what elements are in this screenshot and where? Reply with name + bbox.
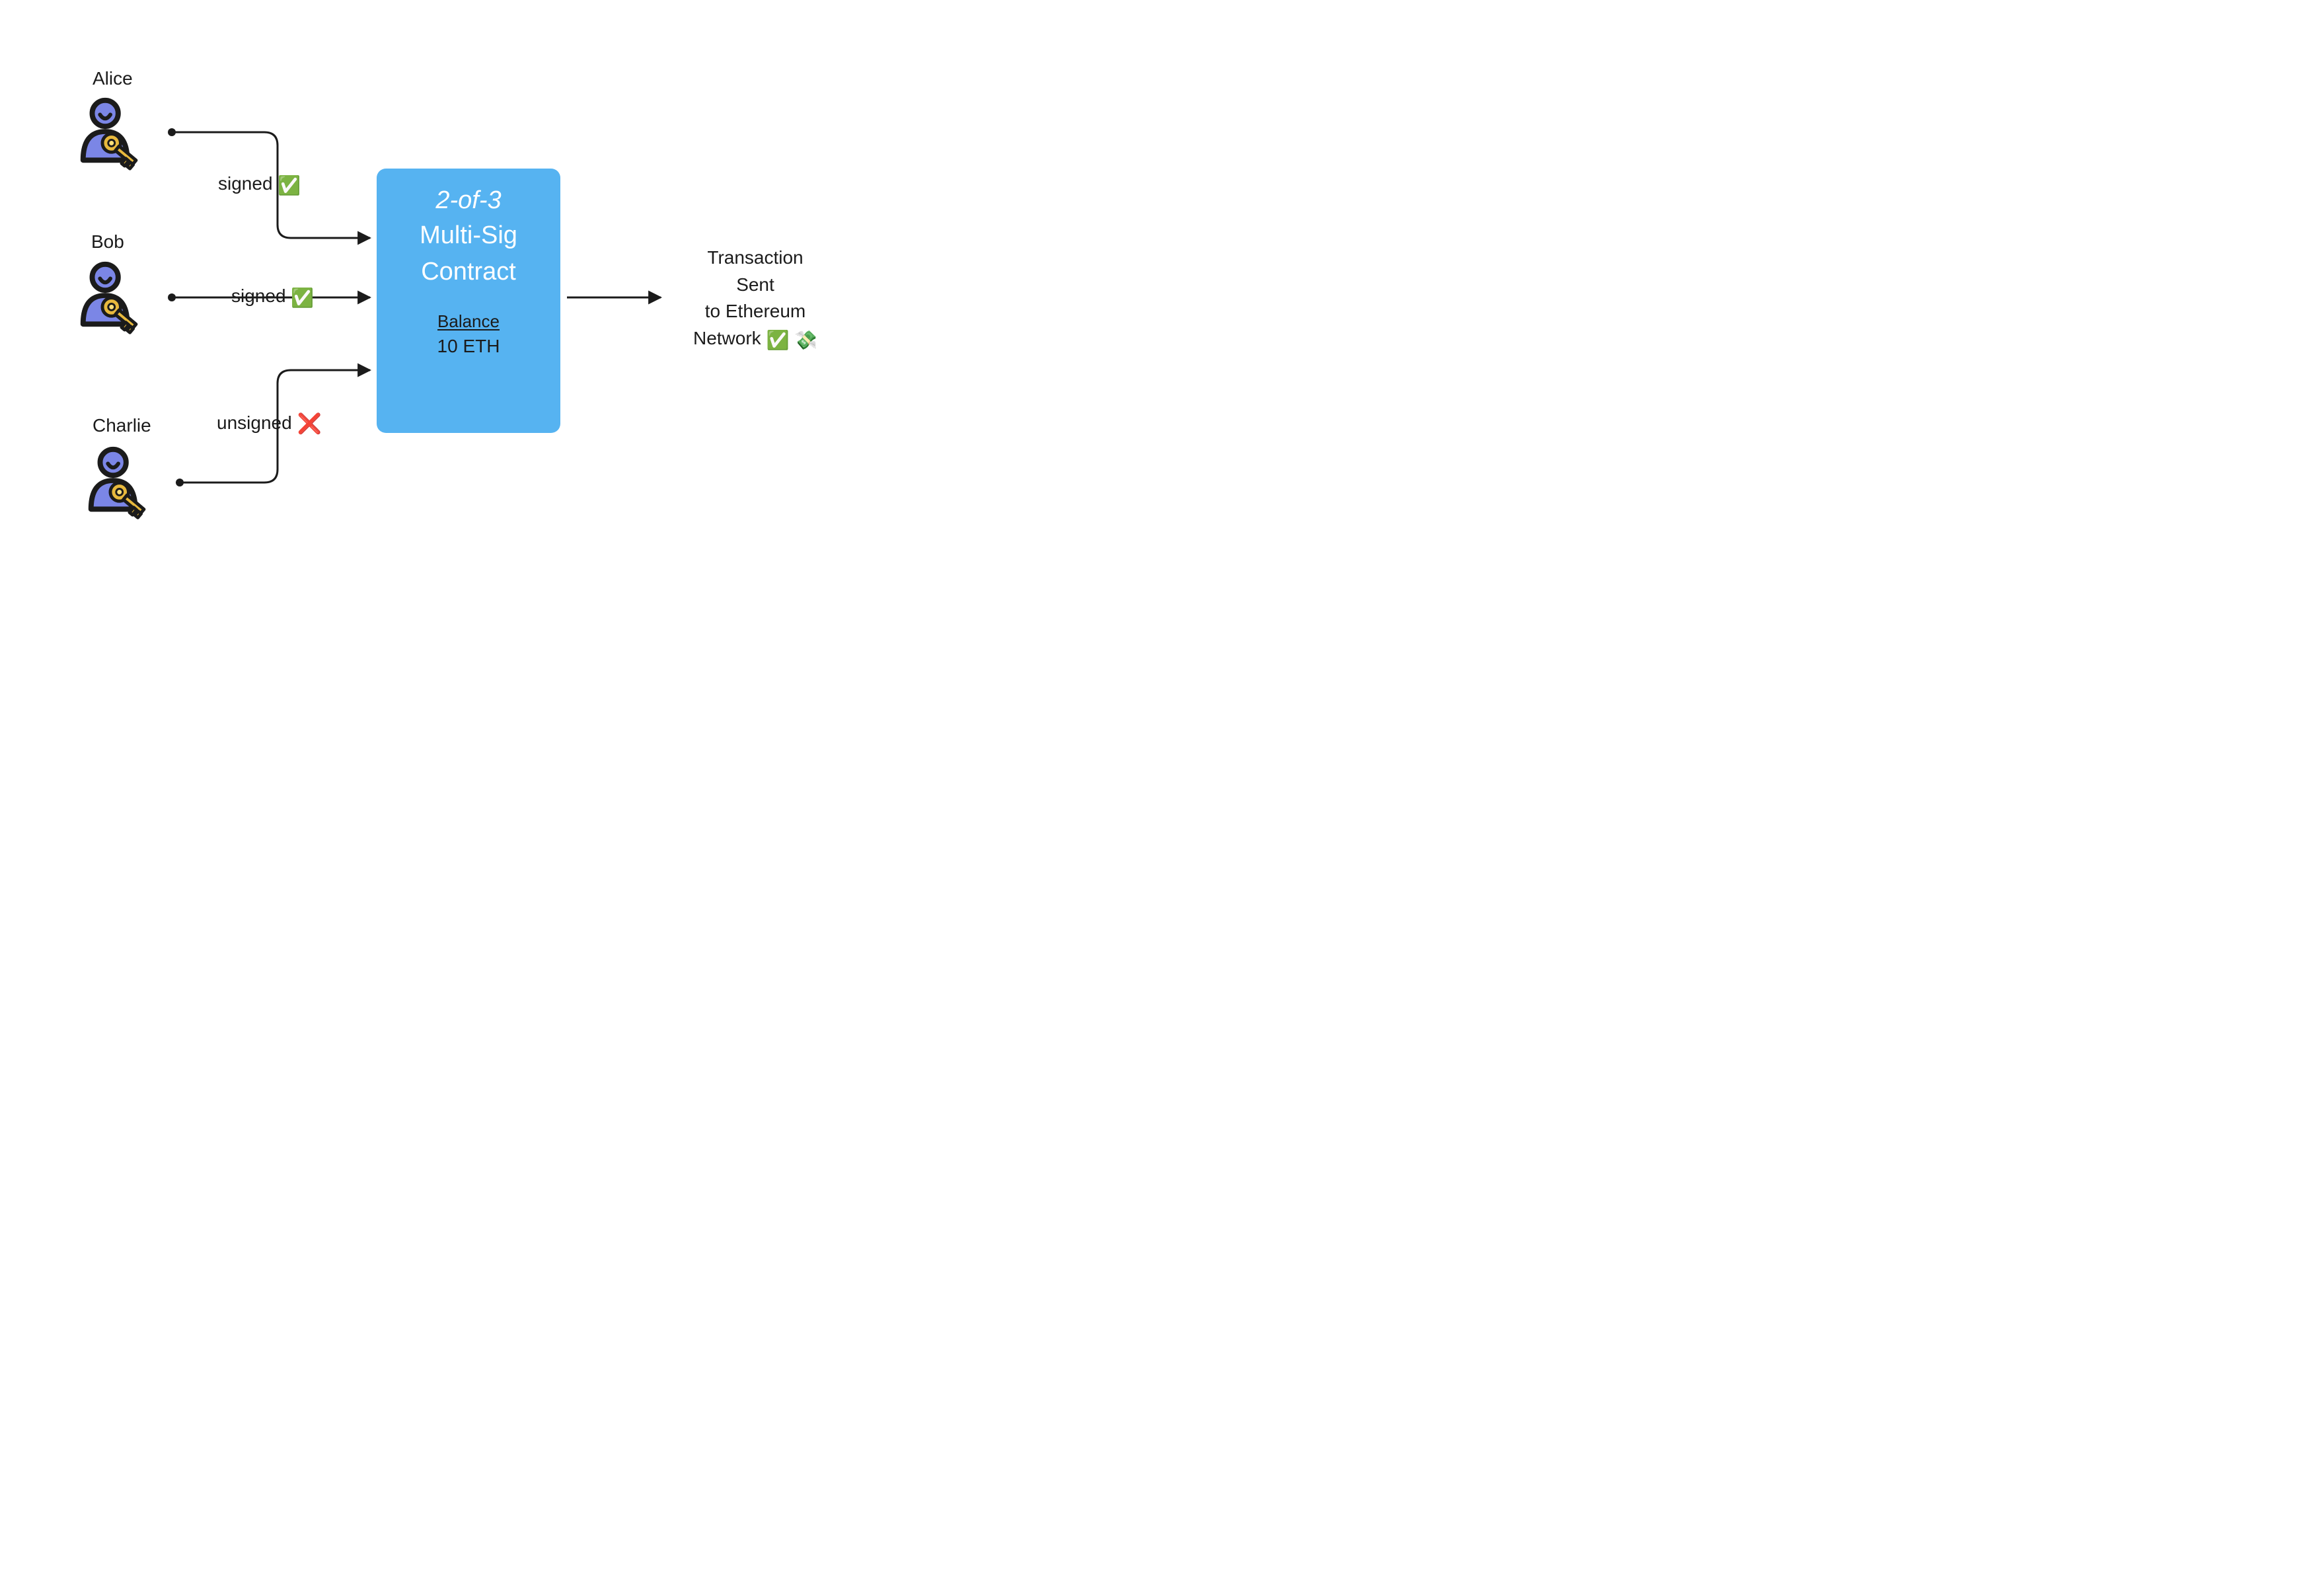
check-icon: ✅ [766, 330, 789, 350]
person-key-icon [73, 93, 151, 171]
output-caption: Transaction Sent to Ethereum Network ✅ 💸 [673, 245, 838, 354]
cross-icon: ❌ [297, 413, 321, 435]
person-key-icon [73, 256, 151, 334]
multisig-contract-box: 2-of-3 Multi-Sig Contract Balance 10 ETH [377, 169, 560, 433]
signer-label-charlie: Charlie [93, 415, 151, 436]
edge-text: unsigned [217, 412, 292, 433]
signer-label-bob: Bob [91, 231, 124, 252]
edge-label-bob: signed ✅ [231, 286, 314, 309]
diagram-stage: Alice Bob Charlie [0, 0, 909, 621]
output-line4-text: Network [693, 328, 761, 348]
output-line3: to Ethereum [673, 298, 838, 325]
edge-text: signed [231, 286, 286, 306]
origin-dot-bob [168, 293, 176, 301]
check-icon: ✅ [291, 288, 314, 308]
balance-value: 10 ETH [377, 336, 560, 357]
balance-label: Balance [377, 311, 560, 332]
contract-title-line2: Multi-Sig [377, 219, 560, 252]
contract-title-line3: Contract [377, 255, 560, 289]
check-icon: ✅ [278, 175, 301, 196]
edge-label-alice: signed ✅ [218, 173, 301, 196]
edge-label-charlie: unsigned ❌ [217, 412, 322, 436]
contract-policy: 2-of-3 [377, 186, 560, 216]
signer-label-alice: Alice [93, 68, 133, 89]
edge-text: signed [218, 173, 273, 194]
output-line2: Sent [673, 272, 838, 299]
origin-dot-charlie [176, 479, 184, 486]
origin-dot-alice [168, 128, 176, 136]
output-line4: Network ✅ 💸 [673, 325, 838, 354]
output-line1: Transaction [673, 245, 838, 272]
person-key-icon [81, 442, 159, 520]
money-wings-icon: 💸 [794, 330, 817, 350]
